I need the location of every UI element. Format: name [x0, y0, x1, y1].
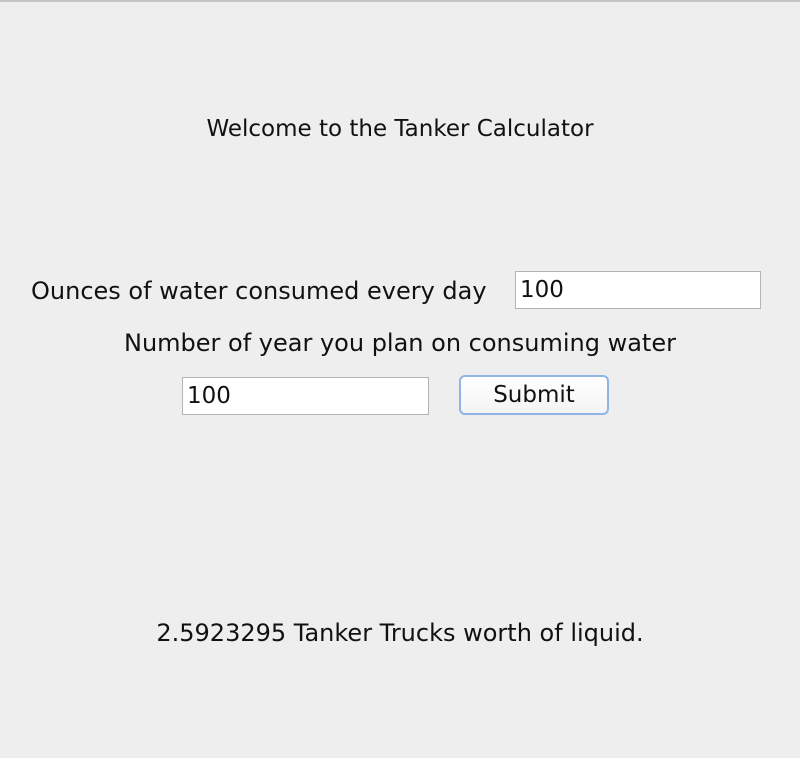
years-label: Number of year you plan on consuming wat… [124, 329, 676, 357]
submit-button[interactable]: Submit [459, 375, 609, 415]
ounces-input[interactable] [515, 271, 761, 309]
page-title: Welcome to the Tanker Calculator [206, 116, 594, 142]
years-input[interactable] [182, 377, 429, 415]
window-top-border [0, 0, 800, 2]
ounces-label: Ounces of water consumed every day [31, 277, 487, 305]
result-text: 2.5923295 Tanker Trucks worth of liquid. [156, 619, 644, 647]
